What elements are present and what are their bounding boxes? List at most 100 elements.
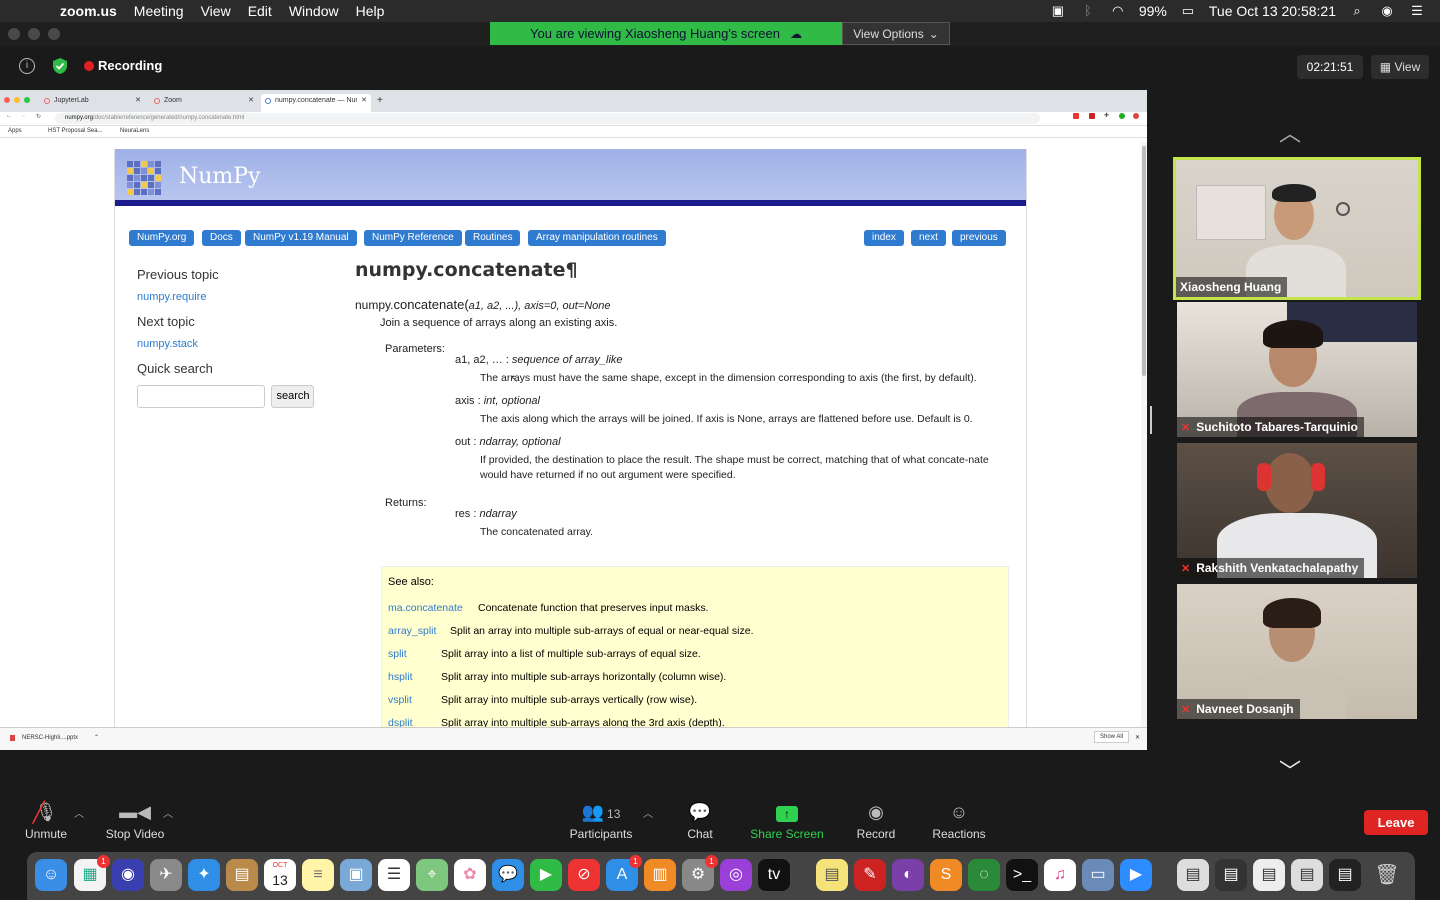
gallery-scroll-down-icon[interactable]: ﹀ xyxy=(1279,754,1301,786)
preview-icon[interactable]: ▣ xyxy=(340,859,372,891)
close-tab-icon[interactable]: ✕ xyxy=(248,94,254,108)
window-thumbnail-icon[interactable]: ▤ xyxy=(1253,859,1285,891)
video-tile[interactable]: ✕ Rakshith Venkatachalapathy xyxy=(1177,443,1417,578)
browser-tab-numpy[interactable]: numpy.concatenate — NumPy ✕ xyxy=(261,94,371,112)
menu-edit[interactable]: Edit xyxy=(248,3,272,19)
close-tab-icon[interactable]: ✕ xyxy=(135,94,141,108)
reload-icon[interactable]: ↻ xyxy=(36,113,41,120)
window-minimize-button[interactable] xyxy=(28,28,40,40)
browser-zoom-button[interactable] xyxy=(24,97,30,103)
finder-icon[interactable]: ☺ xyxy=(35,859,67,891)
music-icon[interactable]: ♫ xyxy=(1044,859,1076,891)
zoom-app-icon[interactable]: ▶ xyxy=(1120,859,1152,891)
see-also-link[interactable]: hsplit xyxy=(388,671,413,683)
notification-center-icon[interactable]: ☰ xyxy=(1408,4,1426,18)
siri-icon[interactable]: ◉ xyxy=(112,859,144,891)
record-button[interactable]: ◉ Record xyxy=(853,797,899,849)
numpy-logo-icon[interactable] xyxy=(127,161,161,195)
menu-window[interactable]: Window xyxy=(289,3,339,19)
close-tab-icon[interactable]: ✕ xyxy=(361,94,367,108)
browser-tab-jupyterlab[interactable]: JupyterLab ✕ xyxy=(40,94,145,112)
nav-next[interactable]: next xyxy=(911,230,946,246)
stickies-icon[interactable]: ▤ xyxy=(816,859,848,891)
reminders-icon[interactable]: ☰ xyxy=(378,859,410,891)
share-screen-button[interactable]: ↑ Share Screen xyxy=(746,797,828,849)
messages-icon[interactable]: 💬 xyxy=(492,859,524,891)
nav-previous[interactable]: previous xyxy=(952,230,1006,246)
participants-options-chevron-icon[interactable]: ︿ xyxy=(643,805,653,820)
chat-button[interactable]: 💬 Chat xyxy=(680,797,720,849)
video-tile[interactable]: Xiaosheng Huang xyxy=(1173,157,1421,300)
siri-icon[interactable]: ◉ xyxy=(1378,4,1396,18)
breadcrumb-reference[interactable]: NumPy Reference xyxy=(364,230,462,246)
bookmark-neuralens[interactable]: NeuraLens xyxy=(120,128,149,134)
menu-meeting[interactable]: Meeting xyxy=(134,3,184,19)
window-zoom-button[interactable] xyxy=(48,28,60,40)
wifi-icon[interactable]: ◠ xyxy=(1109,4,1127,18)
profile-avatar-icon[interactable] xyxy=(1133,113,1139,119)
puzzle-extensions-icon[interactable]: ✚ xyxy=(1104,112,1109,119)
unmute-button[interactable]: 🎙 ╱ Unmute xyxy=(20,797,72,849)
safari-compass-icon[interactable]: ✦ xyxy=(188,859,220,891)
chevron-up-icon[interactable]: ⌃ xyxy=(94,734,99,741)
extension-icon[interactable] xyxy=(1089,113,1095,119)
audio-options-chevron-icon[interactable]: ︿ xyxy=(74,805,84,820)
quick-search-input[interactable] xyxy=(137,385,265,408)
books-icon[interactable]: ▥ xyxy=(644,859,676,891)
next-topic-link[interactable]: numpy.stack xyxy=(137,338,337,350)
see-also-link[interactable]: ma.concatenate xyxy=(388,602,463,614)
browser-tab-zoom[interactable]: Zoom ✕ xyxy=(150,94,258,112)
see-also-link[interactable]: dsplit xyxy=(388,717,413,727)
app-store-icon[interactable]: A1 xyxy=(606,855,642,891)
breadcrumb-manual[interactable]: NumPy v1.19 Manual xyxy=(245,230,357,246)
photos-icon[interactable]: ✿ xyxy=(454,859,486,891)
breadcrumb-routines[interactable]: Routines xyxy=(465,230,521,246)
recording-label[interactable]: Recording xyxy=(98,58,162,73)
nav-index[interactable]: index xyxy=(864,230,904,246)
extension-icon[interactable] xyxy=(1119,113,1125,119)
menu-app-name[interactable]: zoom.us xyxy=(60,3,117,19)
numpy-brand[interactable]: NumPy xyxy=(179,164,261,189)
system-preferences-gear-icon[interactable]: ⚙ 1 xyxy=(682,855,718,891)
image-capture-icon[interactable]: ▭ xyxy=(1082,859,1114,891)
window-thumbnail-icon[interactable]: ▤ xyxy=(1215,859,1247,891)
panel-resize-handle[interactable] xyxy=(1150,406,1152,434)
breadcrumb-docs[interactable]: Docs xyxy=(202,230,241,246)
window-thumbnail-icon[interactable]: ▤ xyxy=(1291,859,1323,891)
rocket-launchpad-icon[interactable]: ✈ xyxy=(150,859,182,891)
battery-icon[interactable]: ▭ xyxy=(1179,4,1197,18)
bookmark-hst[interactable]: HST Proposal Sea... xyxy=(48,128,103,134)
calendar-icon[interactable]: OCT 13 xyxy=(264,859,296,891)
spotlight-search-icon[interactable]: ⌕ xyxy=(1348,4,1366,18)
apple-tv-icon[interactable]: tv xyxy=(758,859,790,891)
window-thumbnail-icon[interactable]: ▤ xyxy=(1177,859,1209,891)
view-layout-button[interactable]: ▦ View xyxy=(1371,55,1429,79)
video-options-chevron-icon[interactable]: ︿ xyxy=(163,805,173,820)
page-scrollbar[interactable] xyxy=(1141,142,1147,727)
see-also-link[interactable]: array_split xyxy=(388,625,436,637)
forward-icon[interactable]: → xyxy=(20,113,26,119)
stop-video-button[interactable]: ▬◀ Stop Video xyxy=(100,797,170,849)
facetime-icon[interactable]: ▶ xyxy=(530,859,562,891)
launchpad-grid-icon[interactable]: ▦ 1 xyxy=(74,855,110,891)
reactions-button[interactable]: ☺ Reactions xyxy=(929,797,989,849)
see-also-link[interactable]: vsplit xyxy=(388,694,412,706)
close-downloads-icon[interactable]: ✕ xyxy=(1135,734,1140,741)
browser-minimize-button[interactable] xyxy=(14,97,20,103)
menu-help[interactable]: Help xyxy=(356,3,385,19)
video-tile[interactable]: ✕ Navneet Dosanjh xyxy=(1177,584,1417,719)
security-shield-icon[interactable] xyxy=(52,57,68,75)
browser-close-button[interactable] xyxy=(4,97,10,103)
bookmark-apps[interactable]: Apps xyxy=(8,128,22,134)
sublime-text-icon[interactable]: S xyxy=(930,859,962,891)
podcasts-icon[interactable]: ◎ xyxy=(720,859,752,891)
previous-topic-link[interactable]: numpy.require xyxy=(137,291,337,303)
gallery-scroll-up-icon[interactable]: ︿ xyxy=(1279,116,1301,148)
video-tile[interactable]: ✕ Suchitoto Tabares-Tarquinio xyxy=(1177,302,1417,437)
menu-view[interactable]: View xyxy=(201,3,231,19)
participants-button[interactable]: 👥 13 Participants xyxy=(565,797,637,849)
maps-icon[interactable]: ⌖ xyxy=(416,859,448,891)
breadcrumb-array-manipulation[interactable]: Array manipulation routines xyxy=(528,230,666,246)
terminal-icon[interactable]: >_ xyxy=(1006,859,1038,891)
trash-icon[interactable]: 🗑 xyxy=(1371,859,1403,891)
